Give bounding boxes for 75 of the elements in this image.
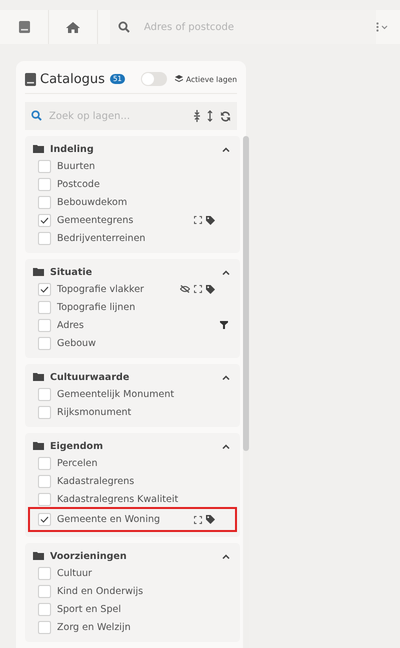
checkbox[interactable] <box>38 336 51 350</box>
checkbox[interactable] <box>38 492 51 506</box>
checkbox[interactable] <box>38 214 51 226</box>
checkbox[interactable] <box>38 178 51 190</box>
checkbox[interactable] <box>38 513 51 526</box>
checkbox[interactable] <box>38 232 51 244</box>
checkbox[interactable] <box>38 300 51 314</box>
layer-label: Gebouw <box>57 338 96 348</box>
group-title: Cultuurwaarde <box>50 372 130 382</box>
layer-label: Kind en Onderwijs <box>57 586 144 596</box>
chevron-up-icon[interactable] <box>222 374 230 380</box>
chevron-up-icon[interactable] <box>222 554 230 558</box>
layer-label: Buurten <box>57 160 96 172</box>
book-icon <box>25 72 36 86</box>
zoom-extent-icon[interactable] <box>194 516 202 524</box>
layer-label: Percelen <box>57 458 98 468</box>
checkbox[interactable] <box>38 318 51 332</box>
layer-label: Kadastralegrens Kwaliteit <box>57 494 178 504</box>
checkbox[interactable] <box>38 456 51 470</box>
layer-label: Zorg en Welzijn <box>57 622 131 632</box>
chevron-up-icon[interactable] <box>222 444 230 448</box>
checkbox[interactable] <box>38 474 51 488</box>
folder-icon <box>33 145 44 153</box>
checkbox[interactable] <box>38 282 51 296</box>
folder-icon <box>33 442 44 450</box>
group-title: Voorzieningen <box>50 550 127 562</box>
layer-label: Topografie vlakker <box>57 284 144 294</box>
group-title: Situatie <box>50 266 92 278</box>
tag-icon[interactable] <box>206 515 216 524</box>
panel-title: Catalogus <box>40 72 105 86</box>
checkmark-icon <box>40 516 49 523</box>
eye-slash-icon[interactable] <box>180 285 190 293</box>
checkbox[interactable] <box>38 160 51 172</box>
layer-label: Cultuur <box>57 568 92 578</box>
folder-icon <box>33 268 44 276</box>
checkbox[interactable] <box>38 602 51 616</box>
layer-label: Gemeentegrens <box>57 214 134 226</box>
folder-icon <box>33 552 44 560</box>
expand-all-icon[interactable] <box>207 110 213 122</box>
layer-label: Sport en Spel <box>57 604 121 614</box>
checkbox[interactable] <box>38 584 51 598</box>
chevron-up-icon[interactable] <box>222 270 230 274</box>
folder-icon <box>33 373 44 381</box>
checkmark-icon <box>40 216 49 224</box>
search-icon <box>31 110 42 121</box>
tag-icon[interactable] <box>206 284 216 294</box>
checkbox[interactable] <box>38 196 51 208</box>
checkbox[interactable] <box>38 406 51 418</box>
layer-label: Bebouwdekom <box>57 196 128 208</box>
tag-icon[interactable] <box>206 216 216 224</box>
checkmark-icon <box>40 286 49 292</box>
group-title: Indeling <box>50 144 94 154</box>
zoom-extent-icon[interactable] <box>194 285 202 293</box>
layer-label: Adres <box>57 320 84 330</box>
layer-search-bar[interactable]: Zoek op lagen... <box>25 102 237 130</box>
group-title: Eigendom <box>50 440 103 452</box>
layer-label: Bedrijventerreinen <box>57 232 146 244</box>
refresh-icon[interactable] <box>220 110 231 122</box>
layers-icon <box>174 75 183 83</box>
chevron-up-icon[interactable] <box>222 146 230 152</box>
collapse-all-icon[interactable] <box>194 110 200 122</box>
layer-label: Gemeentelijk Monument <box>57 388 174 400</box>
layer-label: Postcode <box>57 178 100 190</box>
layer-label: Topografie lijnen <box>57 302 136 312</box>
address-search-field[interactable]: Adres of postcode <box>110 10 376 44</box>
checkbox[interactable] <box>38 620 51 634</box>
zoom-extent-icon[interactable] <box>194 216 202 224</box>
layer-label: Gemeente en Woning <box>57 514 160 525</box>
filter-icon[interactable] <box>220 321 228 329</box>
layer-label: Rijksmonument <box>57 406 132 418</box>
layer-search-field[interactable]: Zoek op lagen... <box>25 102 187 130</box>
layer-label: Kadastralegrens <box>57 476 134 486</box>
checkbox[interactable] <box>38 388 51 400</box>
checkbox[interactable] <box>38 566 51 580</box>
toggle-switch[interactable] <box>140 72 167 86</box>
